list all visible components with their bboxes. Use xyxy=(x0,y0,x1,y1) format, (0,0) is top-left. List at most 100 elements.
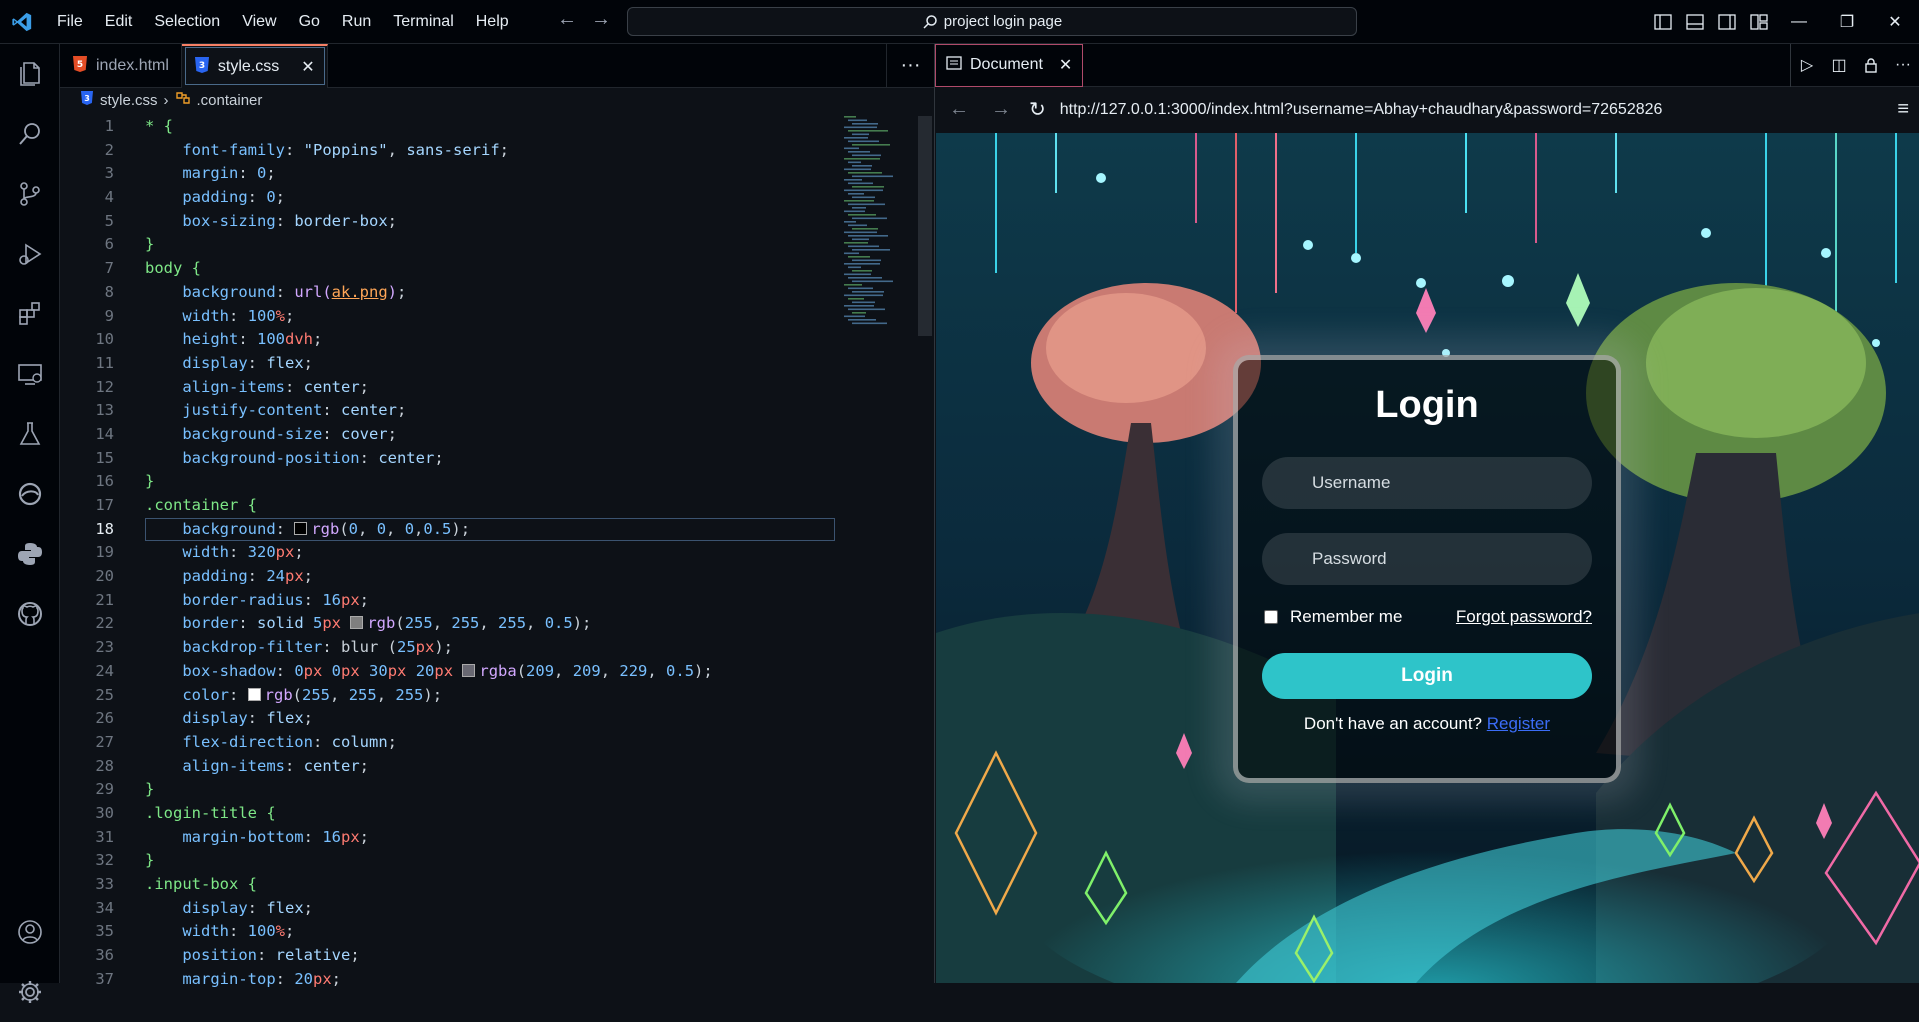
code-line[interactable]: 13 justify-content: center; xyxy=(60,399,934,423)
toggle-panel-icon[interactable] xyxy=(1679,0,1711,44)
password-input[interactable]: Password xyxy=(1262,533,1592,585)
tab-style-css[interactable]: 3 style.css ✕ xyxy=(181,44,328,88)
code-line[interactable]: 21 border-radius: 16px; xyxy=(60,589,934,613)
breadcrumb-file[interactable]: style.css xyxy=(100,92,158,109)
lock-icon[interactable] xyxy=(1855,57,1887,73)
close-window-icon[interactable]: ✕ xyxy=(1871,0,1919,44)
code-line[interactable]: 8 background: url(ak.png); xyxy=(60,281,934,305)
register-link[interactable]: Register xyxy=(1487,714,1550,733)
run-icon[interactable]: ▷ xyxy=(1791,55,1823,75)
menu-item-terminal[interactable]: Terminal xyxy=(382,0,464,44)
code-line[interactable]: 34 display: flex; xyxy=(60,897,934,921)
code-line[interactable]: 2 font-family: "Poppins", sans-serif; xyxy=(60,139,934,163)
forgot-password-link[interactable]: Forgot password? xyxy=(1456,607,1592,627)
code-line[interactable]: 35 width: 100%; xyxy=(60,920,934,944)
tab-index-html[interactable]: 5 index.html xyxy=(60,44,182,88)
toggle-primary-sidebar-icon[interactable] xyxy=(1647,0,1679,44)
testing-icon[interactable] xyxy=(0,404,60,464)
menu-hamburger-icon[interactable]: ≡ xyxy=(1897,98,1909,121)
code-line[interactable]: 19 width: 320px; xyxy=(60,541,934,565)
reload-icon[interactable]: ↻ xyxy=(1029,97,1046,122)
github-icon[interactable] xyxy=(0,584,60,644)
code-line[interactable]: 14 background-size: cover; xyxy=(60,423,934,447)
minimap[interactable] xyxy=(844,116,904,336)
restore-icon[interactable]: ❐ xyxy=(1823,0,1871,44)
url-text[interactable]: http://127.0.0.1:3000/index.html?usernam… xyxy=(1060,101,1663,119)
code-line[interactable]: 17 .container { xyxy=(60,494,934,518)
code-line[interactable]: 36 position: relative; xyxy=(60,944,934,968)
browser-tab-document[interactable]: Document ✕ xyxy=(935,43,1084,87)
split-editor-icon[interactable]: ◫ xyxy=(1823,55,1855,75)
toggle-secondary-sidebar-icon[interactable] xyxy=(1711,0,1743,44)
color-swatch[interactable] xyxy=(350,616,364,630)
menu-item-selection[interactable]: Selection xyxy=(143,0,231,44)
menu-item-view[interactable]: View xyxy=(231,0,287,44)
breadcrumb-symbol[interactable]: .container xyxy=(197,92,263,109)
code-editor[interactable]: 1 * {2 font-family: "Poppins", sans-serif… xyxy=(60,115,934,988)
code-line[interactable]: 10 height: 100dvh; xyxy=(60,328,934,352)
editor-scrollbar[interactable] xyxy=(918,116,932,336)
code-line[interactable]: 27 flex-direction: column; xyxy=(60,731,934,755)
menu-item-run[interactable]: Run xyxy=(331,0,382,44)
settings-gear-icon[interactable] xyxy=(0,962,60,1022)
code-line[interactable]: 7 body { xyxy=(60,257,934,281)
code-line[interactable]: 22 border: solid 5px rgb(255, 255, 255, … xyxy=(60,612,934,636)
code-line[interactable]: 15 background-position: center; xyxy=(60,447,934,471)
python-icon[interactable] xyxy=(0,524,60,584)
close-tab-icon[interactable]: ✕ xyxy=(301,57,314,77)
code-line[interactable]: 37 margin-top: 20px; xyxy=(60,968,934,992)
code-line[interactable]: 30 .login-title { xyxy=(60,802,934,826)
code-line[interactable]: 18 background: rgb(0, 0, 0,0.5); xyxy=(60,517,934,542)
color-swatch[interactable] xyxy=(462,663,476,677)
explorer-icon[interactable] xyxy=(0,44,60,104)
code-line[interactable]: 33 .input-box { xyxy=(60,873,934,897)
code-line[interactable]: 25 color: rgb(255, 255, 255); xyxy=(60,684,934,708)
code-line[interactable]: 12 align-items: center; xyxy=(60,376,934,400)
code-line[interactable]: 20 padding: 24px; xyxy=(60,565,934,589)
code-line[interactable]: 6} xyxy=(60,233,934,257)
more-actions-icon[interactable]: ··· xyxy=(1887,56,1919,74)
run-debug-icon[interactable] xyxy=(0,224,60,284)
code-line[interactable]: 4 padding: 0; xyxy=(60,186,934,210)
code-line[interactable]: 5 box-sizing: border-box; xyxy=(60,210,934,234)
code-line[interactable]: 26 display: flex; xyxy=(60,707,934,731)
code-token: px xyxy=(341,661,370,680)
code-line[interactable]: 23 backdrop-filter: blur (25px); xyxy=(60,636,934,660)
source-control-icon[interactable] xyxy=(0,164,60,224)
code-line[interactable]: 24 box-shadow: 0px 0px 30px 20px rgba(20… xyxy=(60,660,934,684)
color-swatch[interactable] xyxy=(294,521,308,535)
code-line[interactable]: 9 width: 100%; xyxy=(60,305,934,329)
code-line[interactable]: 11 display: flex; xyxy=(60,352,934,376)
back-arrow-icon[interactable]: ← xyxy=(555,8,579,31)
code-line[interactable]: 1 * { xyxy=(60,115,934,139)
extensions-icon[interactable] xyxy=(0,284,60,344)
menu-item-file[interactable]: File xyxy=(46,0,94,44)
login-button[interactable]: Login xyxy=(1262,653,1592,699)
search-sidebar-icon[interactable] xyxy=(0,104,60,164)
line-number: 34 xyxy=(95,898,114,917)
menu-item-edit[interactable]: Edit xyxy=(94,0,144,44)
code-line[interactable]: 32} xyxy=(60,849,934,873)
code-line[interactable]: 28 align-items: center; xyxy=(60,755,934,779)
code-line[interactable]: 16} xyxy=(60,470,934,494)
browser-back-icon[interactable]: ← xyxy=(945,98,973,121)
code-line[interactable]: 31 margin-bottom: 16px; xyxy=(60,826,934,850)
menu-item-go[interactable]: Go xyxy=(288,0,331,44)
menu-item-help[interactable]: Help xyxy=(465,0,520,44)
customize-layout-icon[interactable] xyxy=(1743,0,1775,44)
forward-arrow-icon[interactable]: → xyxy=(589,8,613,31)
remember-label: Remember me xyxy=(1290,607,1403,626)
code-line[interactable]: 3 margin: 0; xyxy=(60,162,934,186)
close-browser-tab-icon[interactable]: ✕ xyxy=(1059,55,1072,75)
color-swatch[interactable] xyxy=(247,687,261,701)
more-actions-icon[interactable]: ··· xyxy=(886,44,934,87)
code-line[interactable]: 29} xyxy=(60,778,934,802)
accounts-icon[interactable] xyxy=(0,902,60,962)
browser-forward-icon[interactable]: → xyxy=(987,98,1015,121)
remote-explorer-icon[interactable] xyxy=(0,344,60,404)
remember-checkbox[interactable] xyxy=(1264,610,1278,624)
minimize-icon[interactable]: — xyxy=(1775,0,1823,44)
command-center[interactable]: project login page xyxy=(627,7,1357,36)
edge-tools-icon[interactable] xyxy=(0,464,60,524)
username-input[interactable]: Username xyxy=(1262,457,1592,509)
